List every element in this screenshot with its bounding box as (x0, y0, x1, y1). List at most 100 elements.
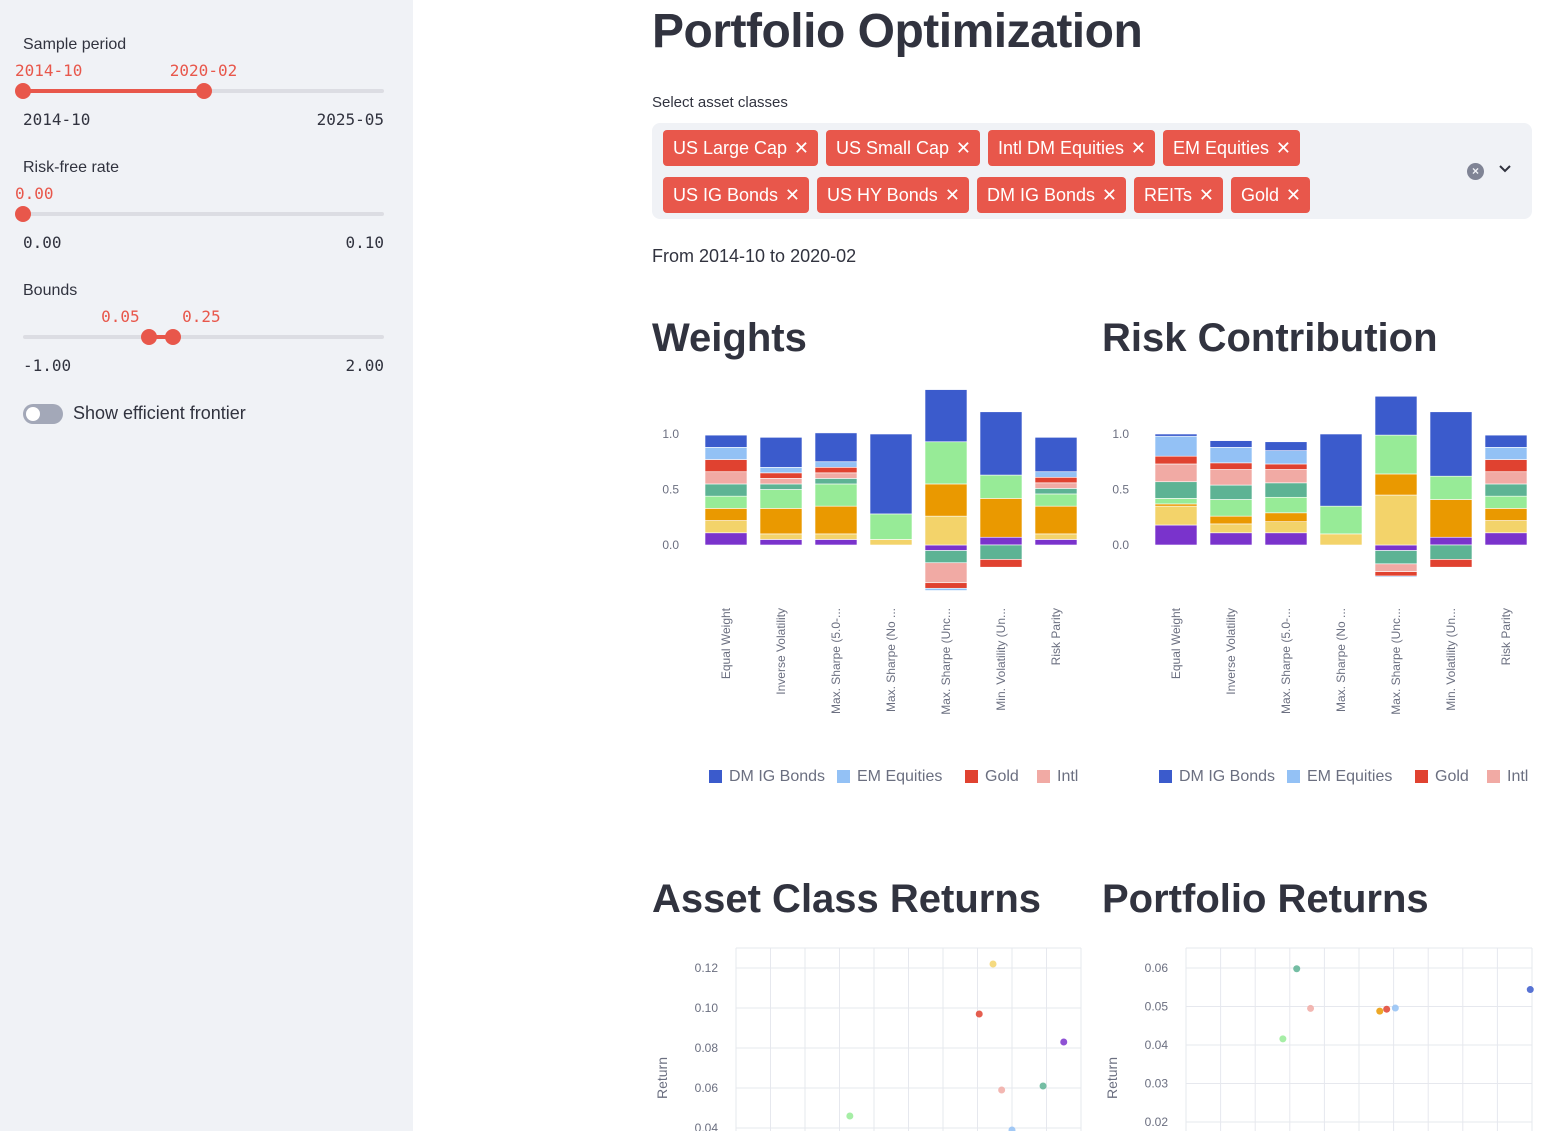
remove-chip-icon[interactable]: ✕ (1102, 177, 1117, 213)
remove-chip-icon[interactable]: ✕ (1131, 130, 1146, 166)
bar-segment (1374, 571, 1418, 577)
asset-chip[interactable]: US Small Cap ✕ (826, 130, 980, 166)
bar-segment (979, 498, 1023, 538)
legend-swatch (1159, 770, 1172, 783)
risk-free-slider[interactable] (15, 206, 384, 222)
asset-chip-label: US HY Bonds (827, 185, 938, 205)
bar-segment (759, 483, 803, 490)
sample-period-high-handle[interactable] (195, 83, 212, 99)
remove-chip-icon[interactable]: ✕ (1199, 177, 1214, 213)
bounds-low-value: 0.05 (101, 307, 140, 326)
remove-chip-icon[interactable]: ✕ (956, 130, 971, 166)
sample-period-slider[interactable] (15, 83, 384, 99)
asset-chip[interactable]: EM Equities ✕ (1163, 130, 1300, 166)
remove-chip-icon[interactable]: ✕ (785, 177, 800, 213)
bar-segment (869, 513, 913, 540)
asset-chip[interactable]: DM IG Bonds ✕ (977, 177, 1126, 213)
asset-chip-label: DM IG Bonds (987, 185, 1096, 205)
y-tick-label: 0.10 (695, 1001, 719, 1015)
bar-segment (1209, 462, 1253, 470)
bounds-label: Bounds (23, 282, 78, 299)
sidebar: Sample period 2014-10 2020-02 2014-10 20… (0, 0, 413, 1131)
bar-segment (1209, 523, 1253, 534)
weights-title: Weights (652, 316, 807, 360)
asset-chip[interactable]: Gold ✕ (1231, 177, 1310, 213)
bar-segment (1264, 469, 1308, 484)
y-tick-label: 0.04 (695, 1121, 719, 1131)
legend-label: EM Equities (1307, 768, 1392, 785)
x-tick-label: Inverse Volatility (774, 608, 788, 695)
scatter-point (1060, 1038, 1068, 1046)
x-tick-label: Inverse Volatility (1224, 608, 1238, 695)
bar-segment (979, 559, 1023, 568)
bar-segment (1034, 437, 1078, 473)
remove-chip-icon[interactable]: ✕ (794, 130, 809, 166)
bounds-low-handle[interactable] (141, 329, 158, 345)
scatter-point (1307, 1004, 1315, 1012)
bar-segment (1154, 524, 1198, 546)
bounds-slider[interactable] (23, 329, 384, 345)
bar-segment (1484, 434, 1528, 448)
bar-segment (1319, 533, 1363, 546)
bar-segment (814, 539, 858, 546)
scatter-point (1279, 1035, 1287, 1043)
asset-chip-label: REITs (1144, 185, 1193, 205)
risk-free-max: 0.10 (345, 233, 384, 252)
portfolio-returns-chart: 0.02 0.03 0.04 0.05 0.06 Return (1102, 940, 1534, 1131)
chart-svg: 0.0 0.5 1.0 Equal Weight Inverse Volatility M… (662, 389, 1083, 785)
sample-period-slider-fill (23, 89, 204, 93)
scatter-point (846, 1112, 854, 1120)
bounds-high-handle[interactable] (165, 329, 182, 345)
page-title: Portfolio Optimization (652, 5, 1143, 58)
y-tick-label: 0.04 (1145, 1038, 1169, 1052)
chevron-down-icon[interactable] (1498, 161, 1512, 180)
bar-segment (759, 508, 803, 535)
asset-chip[interactable]: Intl DM Equities ✕ (988, 130, 1155, 166)
bar-segment (924, 483, 968, 517)
sample-period-low-handle[interactable] (15, 83, 31, 99)
asset-class-multiselect[interactable]: × US Large Cap ✕ US Small Cap ✕ Intl DM Equi… (652, 123, 1532, 219)
bar-segment (1429, 559, 1473, 568)
bar-segment (1034, 482, 1078, 489)
asset-chip[interactable]: US Large Cap ✕ (663, 130, 818, 166)
scatter-point (1293, 965, 1301, 973)
asset-chip[interactable]: REITs ✕ (1134, 177, 1223, 213)
bar-segment (1374, 494, 1418, 546)
bar-segment (1034, 505, 1078, 535)
efficient-frontier-toggle[interactable] (23, 404, 63, 424)
bar-segment (1429, 544, 1473, 560)
bar-segment (1484, 508, 1528, 521)
bar-segment (1209, 499, 1253, 517)
remove-chip-icon[interactable]: ✕ (1276, 130, 1291, 166)
bar-segment (814, 432, 858, 463)
bar-segment (1264, 441, 1308, 451)
scatter-point (1039, 1082, 1047, 1090)
bar-segment (1034, 533, 1078, 540)
bar-segment (1484, 495, 1528, 509)
bar-segment (1484, 520, 1528, 534)
legend-swatch (1487, 770, 1500, 783)
legend-swatch (1287, 770, 1300, 783)
remove-chip-icon[interactable]: ✕ (945, 177, 960, 213)
sample-period-high-value: 2020-02 (169, 61, 238, 80)
bar-segment (759, 472, 803, 479)
asset-chip[interactable]: US IG Bonds ✕ (663, 177, 809, 213)
remove-chip-icon[interactable]: ✕ (1286, 177, 1301, 213)
y-tick-label: 0.03 (1145, 1077, 1169, 1091)
bar-segment (1154, 433, 1198, 437)
bar-segment (1374, 575, 1418, 578)
bar-segment (1484, 459, 1528, 473)
bounds-high-value: 0.25 (182, 307, 221, 326)
bar-segment (1154, 435, 1198, 457)
bar-segment (924, 550, 968, 564)
bar-segment (759, 467, 803, 474)
bar-segment (1484, 471, 1528, 485)
y-tick-label: 0.12 (695, 961, 719, 975)
asset-chip[interactable]: US HY Bonds ✕ (817, 177, 969, 213)
bar-segment (924, 515, 968, 546)
risk-free-handle[interactable] (15, 206, 31, 222)
legend-label: EM Equities (857, 768, 942, 785)
scatter-point (1008, 1126, 1016, 1131)
clear-all-icon[interactable]: × (1467, 163, 1484, 180)
portfolio-returns-title: Portfolio Returns (1102, 877, 1429, 921)
